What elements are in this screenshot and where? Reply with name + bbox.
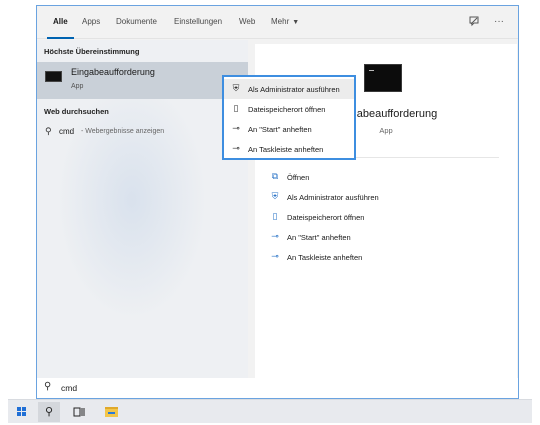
tab-apps[interactable]: Apps [82,6,100,39]
search-input[interactable]: cmd [61,383,77,393]
windows-start-icon[interactable] [10,402,32,422]
context-item-run-as-admin[interactable]: ⛨ Als Administrator ausführen [224,79,354,99]
context-item-label: An Taskleiste anheften [248,145,324,154]
tab-web[interactable]: Web [239,6,255,39]
tab-mehr[interactable]: Mehr ▼ [271,6,299,39]
context-item-label: An "Start" anheften [248,125,312,134]
file-explorer-icon[interactable] [100,402,122,422]
tab-einstellungen[interactable]: Einstellungen [174,6,222,39]
best-match-title: Eingabeaufforderung [71,67,155,77]
web-search-hint: - Webergebnisse anzeigen [81,128,165,135]
best-match-item[interactable]: Eingabeaufforderung App [37,62,248,99]
context-item-pin-to-start[interactable]: ⊸ An "Start" anheften [224,119,354,139]
context-item-label: Als Administrator ausführen [248,85,340,94]
open-icon: ⧉ [271,171,279,181]
action-label: Als Administrator ausführen [287,193,379,202]
best-match-heading: Höchste Übereinstimmung [44,47,140,56]
context-item-label: Dateispeicherort öffnen [248,105,326,114]
folder-graphic [105,407,118,417]
screen: Alle Apps Dokumente Einstellungen Web Me… [0,0,540,425]
tab-alle[interactable]: Alle [47,6,74,39]
windows-logo [17,407,27,417]
pin-icon: ⊸ [232,123,240,133]
run-as-admin-icon: ⛨ [271,191,279,201]
command-prompt-icon [45,71,62,82]
taskbar: ⚲ [8,399,532,423]
filter-tabs: Alle Apps Dokumente Einstellungen Web Me… [37,6,518,39]
web-search-heading: Web durchsuchen [44,107,109,116]
context-item-pin-to-taskbar[interactable]: ⊸ An Taskleiste anheften [224,139,354,159]
context-item-open-file-location[interactable]: ▯ Dateispeicherort öffnen [224,99,354,119]
chevron-down-icon: ▼ [292,19,300,26]
feedback-icon[interactable] [467,15,481,29]
action-label: An "Start" anheften [287,233,351,242]
search-box[interactable]: ⚲ cmd [36,378,519,399]
action-label: Dateispeicherort öffnen [287,213,365,222]
context-menu: ⛨ Als Administrator ausführen ▯ Dateispe… [223,76,355,159]
action-label: An Taskleiste anheften [287,253,363,262]
results-pane: Höchste Übereinstimmung Eingabeaufforder… [37,40,248,379]
web-search-result[interactable]: ⚲ cmd - Webergebnisse anzeigen [37,125,248,141]
action-label: Öffnen [287,173,310,182]
file-location-icon: ▯ [272,211,278,221]
web-search-term: cmd [59,127,75,136]
task-view-icon[interactable] [68,402,90,422]
feedback-icon-graphic [469,16,479,27]
command-prompt-icon [364,64,402,92]
best-match-subtitle: App [71,83,84,90]
search-icon[interactable]: ⚲ [38,402,60,422]
pin-icon: ⊸ [232,143,240,153]
task-view-graphic [73,407,85,417]
search-icon: ⚲ [44,381,52,392]
tab-dokumente[interactable]: Dokumente [116,6,157,39]
search-icon: ⚲ [45,126,52,136]
pin-icon: ⊸ [271,231,279,241]
tab-mehr-label: Mehr [271,17,290,26]
search-flyout: Alle Apps Dokumente Einstellungen Web Me… [36,5,519,379]
file-location-icon: ▯ [233,103,239,113]
pin-icon: ⊸ [271,251,279,261]
more-options-icon[interactable]: ··· [492,15,506,29]
run-as-admin-icon: ⛨ [232,83,240,93]
